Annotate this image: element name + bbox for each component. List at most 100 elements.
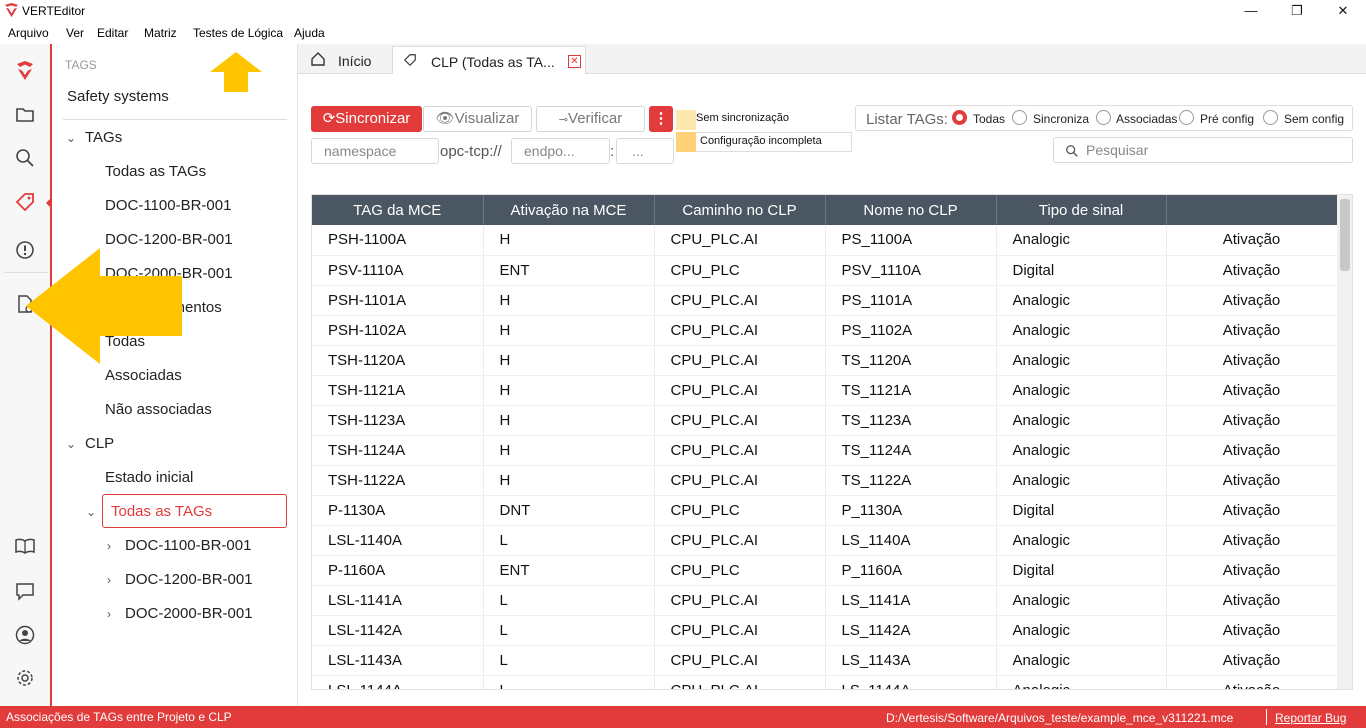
- up-arrow-annotation: [210, 52, 262, 92]
- table-row[interactable]: LSL-1142A L CPU_PLC.AI LS_1142A Analogic Ativ…: [312, 615, 1338, 646]
- namespace-input[interactable]: namespace: [311, 138, 439, 164]
- table-cell: H: [483, 465, 655, 496]
- column-header[interactable]: TAG da MCE: [312, 195, 484, 225]
- table-cell-action[interactable]: Ativação: [1166, 555, 1338, 586]
- report-bug-link[interactable]: Reportar Bug: [1275, 711, 1346, 725]
- table-cell-action[interactable]: Ativação: [1166, 285, 1338, 316]
- chevron-down-icon[interactable]: ⌄: [66, 437, 76, 451]
- tree-tags-group[interactable]: TAGs: [85, 129, 122, 146]
- tree-tags-nao-associadas[interactable]: Não associadas: [105, 401, 212, 418]
- tree-tags-associadas[interactable]: Associadas: [105, 367, 182, 384]
- endpoint-input[interactable]: endpo...: [511, 138, 610, 164]
- table-cell-action[interactable]: Ativação: [1166, 675, 1338, 689]
- table-cell: CPU_PLC.AI: [654, 225, 826, 256]
- table-row[interactable]: LSL-1143A L CPU_PLC.AI LS_1143A Analogic Ativ…: [312, 645, 1338, 676]
- table-row[interactable]: P-1160A ENT CPU_PLC P_1160A Digital Ativação: [312, 555, 1338, 586]
- table-row[interactable]: LSL-1144A L CPU_PLC.AI LS_1144A Analogic Ativ…: [312, 675, 1338, 689]
- tab-clp-todas[interactable]: CLP (Todas as TA... ✕: [392, 46, 586, 74]
- table-row[interactable]: TSH-1124A H CPU_PLC.AI TS_1124A Analogic Ativ…: [312, 435, 1338, 466]
- table-cell-action[interactable]: Ativação: [1166, 345, 1338, 376]
- table-row[interactable]: P-1130A DNT CPU_PLC P_1130A Digital Ativação: [312, 495, 1338, 526]
- table-cell-action[interactable]: Ativação: [1166, 585, 1338, 616]
- table-cell: L: [483, 585, 655, 616]
- user-icon[interactable]: [14, 624, 36, 646]
- chevron-right-icon[interactable]: ›: [107, 607, 111, 621]
- table-row[interactable]: PSV-1110A ENT CPU_PLC PSV_1110A Digital Ativa…: [312, 255, 1338, 286]
- tree-clp-group[interactable]: CLP: [85, 435, 114, 452]
- table-cell: P_1130A: [825, 495, 997, 526]
- tree-tags-todas-as-tags[interactable]: Todas as TAGs: [105, 163, 206, 180]
- column-header[interactable]: [1166, 195, 1338, 225]
- tree-clp-todas-as-tags[interactable]: Todas as TAGs: [111, 503, 212, 520]
- view-button[interactable]: 👁Visualizar: [423, 106, 532, 132]
- tree-clp-doc-1200[interactable]: DOC-1200-BR-001: [125, 571, 253, 588]
- table-cell: PSH-1102A: [312, 315, 484, 346]
- table-cell-action[interactable]: Ativação: [1166, 645, 1338, 676]
- radio-pre-config[interactable]: [1179, 110, 1194, 125]
- column-header[interactable]: Tipo de sinal: [996, 195, 1167, 225]
- table-row[interactable]: LSL-1140A L CPU_PLC.AI LS_1140A Analogic Ativ…: [312, 525, 1338, 556]
- tree-clp-estado-inicial[interactable]: Estado inicial: [105, 469, 193, 486]
- chat-icon[interactable]: [14, 580, 36, 602]
- table-row[interactable]: TSH-1122A H CPU_PLC.AI TS_1122A Analogic Ativ…: [312, 465, 1338, 496]
- column-header[interactable]: Ativação na MCE: [483, 195, 655, 225]
- table-row[interactable]: LSL-1141A L CPU_PLC.AI LS_1141A Analogic Ativ…: [312, 585, 1338, 616]
- table-cell-action[interactable]: Ativação: [1166, 525, 1338, 556]
- radio-associadas[interactable]: [1096, 110, 1111, 125]
- menu-arquivo[interactable]: Arquivo: [8, 26, 49, 40]
- tree-tags-doc-1200[interactable]: DOC-1200-BR-001: [105, 231, 233, 248]
- column-header[interactable]: Nome no CLP: [825, 195, 997, 225]
- sync-button[interactable]: ⟳Sincronizar: [311, 106, 422, 132]
- table-cell-action[interactable]: Ativação: [1166, 465, 1338, 496]
- home-logo-icon[interactable]: [14, 60, 36, 82]
- search-input[interactable]: Pesquisar: [1053, 137, 1353, 163]
- table-cell-action[interactable]: Ativação: [1166, 255, 1338, 286]
- book-icon[interactable]: [14, 535, 36, 557]
- column-header[interactable]: Caminho no CLP: [654, 195, 826, 225]
- table-row[interactable]: PSH-1100A H CPU_PLC.AI PS_1100A Analogic Ativ…: [312, 225, 1338, 256]
- menu-editar[interactable]: Editar: [97, 26, 128, 40]
- chevron-right-icon[interactable]: ›: [107, 573, 111, 587]
- gear-icon[interactable]: [14, 667, 36, 689]
- menu-ver[interactable]: Ver: [66, 26, 84, 40]
- search-icon[interactable]: [14, 147, 36, 169]
- table-cell: Digital: [996, 255, 1167, 286]
- tree-clp-doc-2000[interactable]: DOC-2000-BR-001: [125, 605, 253, 622]
- folder-icon[interactable]: [14, 103, 36, 125]
- table-row[interactable]: TSH-1120A H CPU_PLC.AI TS_1120A Analogic Ativ…: [312, 345, 1338, 376]
- table-row[interactable]: TSH-1123A H CPU_PLC.AI TS_1123A Analogic Ativ…: [312, 405, 1338, 436]
- table-cell-action[interactable]: Ativação: [1166, 615, 1338, 646]
- restore-button[interactable]: ❐: [1274, 0, 1320, 22]
- table-cell-action[interactable]: Ativação: [1166, 435, 1338, 466]
- chevron-down-icon[interactable]: ⌄: [86, 505, 96, 519]
- table-row[interactable]: TSH-1121A H CPU_PLC.AI TS_1121A Analogic Ativ…: [312, 375, 1338, 406]
- minimize-button[interactable]: —: [1228, 0, 1274, 22]
- radio-sincronizadas[interactable]: [1012, 110, 1027, 125]
- table-row[interactable]: PSH-1101A H CPU_PLC.AI PS_1101A Analogic Ativ…: [312, 285, 1338, 316]
- table-cell-action[interactable]: Ativação: [1166, 315, 1338, 346]
- close-tab-icon[interactable]: ✕: [568, 55, 581, 68]
- menu-matriz[interactable]: Matriz: [144, 26, 177, 40]
- verify-button[interactable]: ⊸Verificar: [536, 106, 645, 132]
- opc-prefix: opc-tcp://: [440, 143, 502, 160]
- table-cell-action[interactable]: Ativação: [1166, 495, 1338, 526]
- radio-todas[interactable]: [952, 110, 967, 125]
- menu-ajuda[interactable]: Ajuda: [294, 26, 325, 40]
- close-window-button[interactable]: ✕: [1320, 0, 1366, 22]
- tab-inicio[interactable]: Início: [306, 46, 394, 74]
- sidebar-header[interactable]: Safety systems: [67, 88, 169, 105]
- table-cell-action[interactable]: Ativação: [1166, 375, 1338, 406]
- table-cell-action[interactable]: Ativação: [1166, 405, 1338, 436]
- port-input[interactable]: ...: [616, 138, 674, 164]
- tree-tags-doc-1100[interactable]: DOC-1100-BR-001: [105, 197, 231, 214]
- table-cell-action[interactable]: Ativação: [1166, 225, 1338, 256]
- menu-testes-de-logica[interactable]: Testes de Lógica: [193, 26, 283, 40]
- table-row[interactable]: PSH-1102A H CPU_PLC.AI PS_1102A Analogic Ativ…: [312, 315, 1338, 346]
- tag-icon[interactable]: [14, 191, 36, 213]
- chevron-down-icon[interactable]: ⌄: [66, 131, 76, 145]
- tree-clp-doc-1100[interactable]: DOC-1100-BR-001: [125, 537, 251, 554]
- scrollbar-thumb[interactable]: [1340, 199, 1350, 271]
- chevron-right-icon[interactable]: ›: [107, 539, 111, 553]
- more-options-button[interactable]: ⋮: [649, 106, 673, 132]
- radio-sem-config[interactable]: [1263, 110, 1278, 125]
